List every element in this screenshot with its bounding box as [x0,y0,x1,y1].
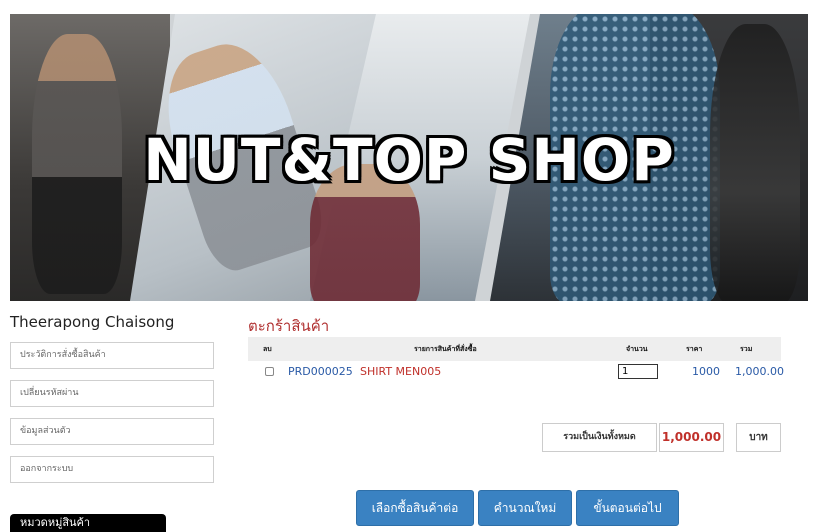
quantity-input[interactable] [618,364,658,379]
unit-price: 1000 [692,365,720,378]
column-header-item: รายการสินค้าที่สั่งซื้อ [414,345,477,353]
recalculate-button[interactable]: คำนวณใหม่ [478,490,572,526]
currency-unit: บาท [736,423,781,452]
column-header-qty: จำนวน [626,345,648,353]
grand-total-label: รวมเป็นเงินทั้งหมด [542,423,657,452]
sidebar-link-order-history[interactable]: ประวัติการสั่งซื้อสินค้า [10,342,214,369]
column-header-price: ราคา [686,345,703,353]
delete-checkbox[interactable] [265,367,274,376]
cart-table-header: ลบ รายการสินค้าที่สั่งซื้อ จำนวน ราคา รว… [248,337,781,361]
sidebar-link-logout[interactable]: ออกจากระบบ [10,456,214,483]
line-total: 1,000.00 [735,365,784,378]
cart-title: ตะกร้าสินค้า [248,317,330,335]
product-name-link[interactable]: SHIRT MEN005 [360,365,441,378]
continue-shopping-button[interactable]: เลือกซื้อสินค้าต่อ [356,490,474,526]
sidebar-link-profile[interactable]: ข้อมูลส่วนตัว [10,418,214,445]
cart-row: PRD000025 SHIRT MEN005 1000 1,000.00 [248,362,784,382]
sidebar-link-change-password[interactable]: เปลี่ยนรหัสผ่าน [10,380,214,407]
grand-total-value: 1,000.00 [659,423,724,452]
shop-banner: NUT&TOP SHOP [10,14,808,301]
shop-logo-text: NUT&TOP SHOP [143,126,675,194]
user-name: Theerapong Chaisong [10,313,175,331]
product-code: PRD000025 [288,365,353,378]
next-step-button[interactable]: ขั้นตอนต่อไป [576,490,679,526]
column-header-total: รวม [740,345,753,353]
category-header: หมวดหมู่สินค้า [10,514,166,532]
column-header-delete: ลบ [263,345,272,353]
